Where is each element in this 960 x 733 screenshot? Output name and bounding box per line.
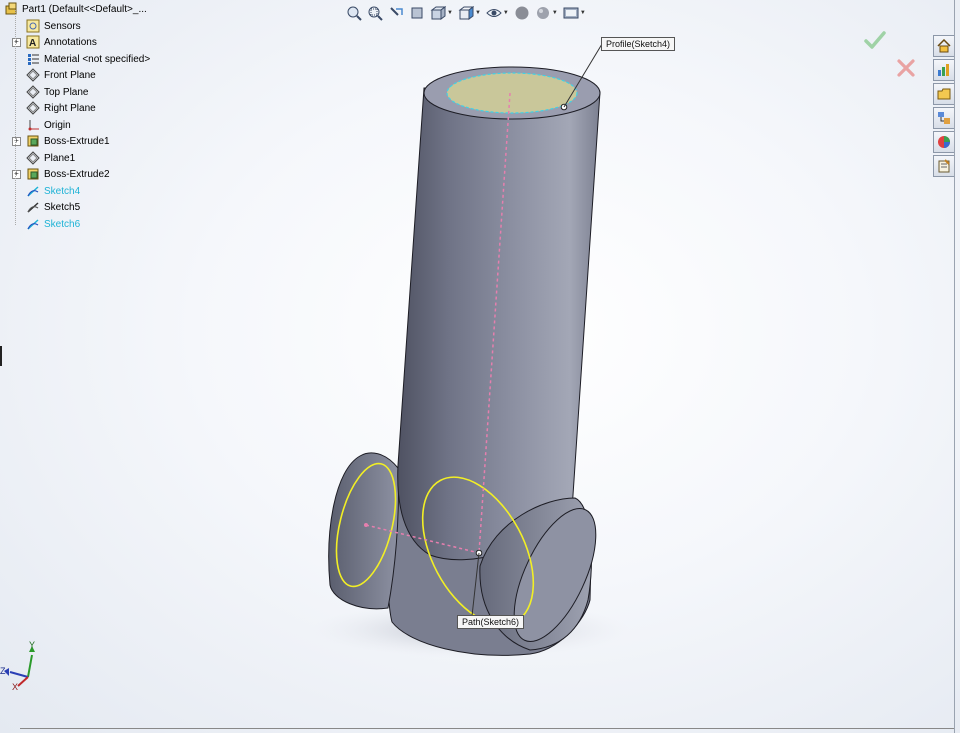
tree-item-top-plane[interactable]: Top Plane [26,84,88,100]
tree-item-front-plane[interactable]: Front Plane [26,67,96,83]
tree-label: Sensors [44,20,81,32]
previous-view-icon[interactable] [387,4,405,22]
sketch-icon [26,200,40,214]
plane-icon [26,101,40,115]
tree-item-origin[interactable]: Origin [26,117,71,133]
left-boss [328,452,399,610]
viewport-border [20,728,954,729]
task-tab-appearances[interactable] [933,131,955,153]
material-icon [26,52,40,66]
tree-item-sketch5[interactable]: Sketch5 [26,199,80,215]
ok-button[interactable] [862,27,888,53]
chevron-down-icon[interactable]: ▼ [552,10,558,16]
plane-icon [26,85,40,99]
sketch-icon [26,184,40,198]
tree-label: Sketch5 [44,201,81,213]
svg-text:A: A [29,38,36,49]
checkmark-icon [864,31,886,49]
extrude-icon [26,167,40,181]
tree-label: Top Plane [44,86,89,98]
plane-icon [26,151,40,165]
extrude-icon [26,134,40,148]
resources-icon [938,64,949,76]
tree-label: Material <not specified> [44,53,151,65]
zoom-to-fit-icon[interactable] [345,4,363,22]
chevron-down-icon[interactable]: ▼ [503,10,509,16]
custom-properties-icon [938,159,950,173]
chevron-down-icon[interactable]: ▼ [475,10,481,16]
view-orientation-icon[interactable] [429,4,447,22]
section-view-icon[interactable] [408,4,426,22]
profile-callout[interactable]: Profile(Sketch4) [601,37,676,51]
tree-label: Plane1 [44,152,76,164]
plane-icon [26,68,40,82]
close-icon [897,59,915,77]
panel-splitter[interactable] [0,346,2,366]
chevron-down-icon[interactable]: ▼ [447,10,453,16]
home-icon [937,39,951,53]
appearances-icon [938,136,950,148]
task-tab-home[interactable] [933,35,955,57]
file-explorer-icon [938,112,950,124]
triad-z-label: Z [0,666,6,676]
tree-label: Right Plane [44,102,96,114]
annotations-icon: A [26,35,40,49]
zoom-area-icon[interactable] [366,4,384,22]
path-callout[interactable]: Path(Sketch6) [457,615,525,629]
tree-label: Annotations [44,36,97,48]
view-settings-icon[interactable] [562,4,580,22]
design-library-icon [937,88,951,100]
tree-item-boss-extrude1[interactable]: Boss-Extrude1 [26,133,110,149]
tree-connector [15,10,17,225]
coordinate-triad [4,646,35,687]
profile-sketch-face[interactable] [446,72,578,114]
cancel-button[interactable] [893,55,919,81]
display-style-icon[interactable] [457,4,475,22]
edit-appearance-icon[interactable] [513,4,531,22]
origin-icon [26,118,40,132]
window-edge [954,0,955,733]
tree-label: Boss-Extrude1 [44,135,110,147]
tree-item-right-plane[interactable]: Right Plane [26,100,96,116]
tree-item-material[interactable]: Material <not specified> [26,51,150,67]
tree-label: Part1 (Default<<Default>_... [22,3,147,15]
sketch-endpoint[interactable] [364,523,368,527]
task-pane-tabs [933,35,955,179]
apply-scene-icon[interactable] [534,4,552,22]
task-tab-custom-properties[interactable] [933,155,955,177]
triad-y-label: Y [29,640,35,650]
tree-label: Sketch6 [44,218,81,230]
sketch-icon [26,217,40,231]
tree-item-sensors[interactable]: Sensors [26,18,81,34]
task-tab-file-explorer[interactable] [933,107,955,129]
main-cylinder [397,87,601,561]
tree-label: Sketch4 [44,185,81,197]
tree-item-part[interactable]: Part1 (Default<<Default>_... [4,1,147,17]
heads-up-view-toolbar: ▼ ▼ ▼ ▼ ▼ [345,3,590,23]
hide-show-icon[interactable] [485,4,503,22]
tree-item-annotations[interactable]: A Annotations [26,34,97,50]
tree-item-sketch4[interactable]: Sketch4 [26,183,80,199]
sensor-icon [26,19,40,33]
tree-label: Front Plane [44,69,96,81]
tree-item-plane1[interactable]: Plane1 [26,150,75,166]
tree-label: Origin [44,119,71,131]
tree-item-sketch6[interactable]: Sketch6 [26,216,80,232]
graphics-area[interactable]: Y Z X Profile(Sketch4) Path(Sketch6) Par… [0,0,960,733]
task-tab-design-library[interactable] [933,83,955,105]
triad-x-label: X [12,682,18,692]
chevron-down-icon[interactable]: ▼ [580,10,586,16]
task-tab-resources[interactable] [933,59,955,81]
tree-item-boss-extrude2[interactable]: Boss-Extrude2 [26,166,110,182]
tree-label: Boss-Extrude2 [44,168,110,180]
